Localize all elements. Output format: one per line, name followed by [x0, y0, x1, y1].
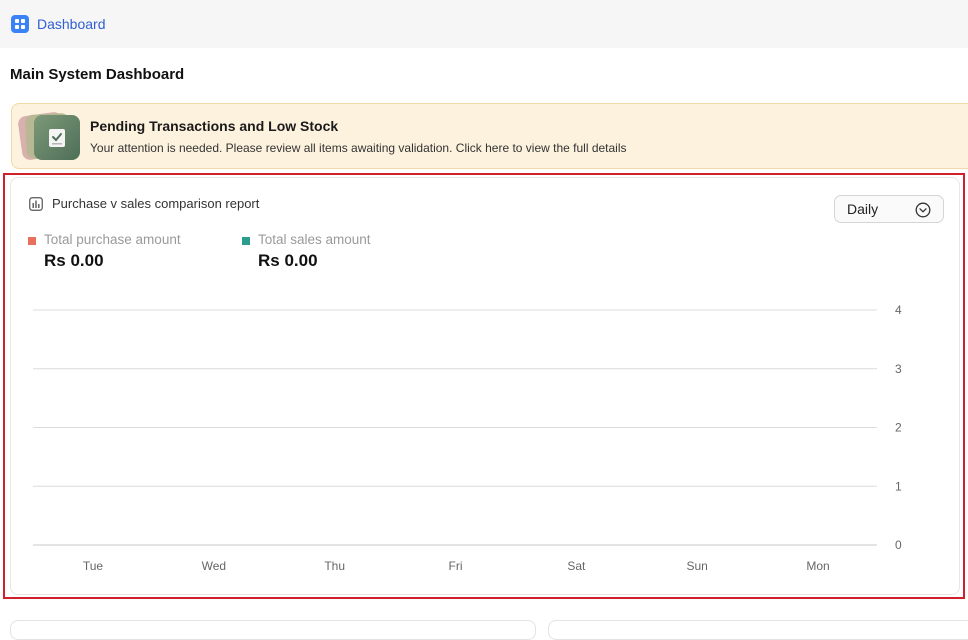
y-tick-label: 0 — [895, 538, 902, 552]
x-tick-label: Sun — [686, 559, 707, 573]
alert-title: Pending Transactions and Low Stock — [90, 118, 339, 134]
bottom-card-left — [10, 620, 536, 640]
bottom-card-right — [548, 620, 968, 640]
x-tick-label: Wed — [202, 559, 226, 573]
y-tick-label: 1 — [895, 479, 902, 493]
breadcrumb-dashboard-link[interactable]: Dashboard — [37, 16, 106, 32]
purchase-sales-chart: 0 1 2 3 4 Tue Wed Thu Fri Sat Sun Mon — [33, 303, 902, 573]
page-title: Main System Dashboard — [10, 66, 185, 83]
purchase-sales-report-card: Purchase v sales comparison report Daily… — [10, 177, 960, 595]
y-tick-label: 2 — [895, 421, 902, 435]
y-tick-label: 3 — [895, 362, 902, 376]
checklist-icon — [34, 115, 80, 160]
alert-illustration — [17, 111, 82, 162]
alert-message[interactable]: Your attention is needed. Please review … — [90, 141, 627, 155]
y-tick-label: 4 — [895, 303, 902, 317]
x-tick-label: Fri — [449, 559, 463, 573]
x-tick-label: Thu — [324, 559, 345, 573]
grid-icon[interactable] — [11, 15, 29, 33]
pending-transactions-alert[interactable]: Pending Transactions and Low Stock Your … — [11, 103, 968, 169]
top-bar: Dashboard — [0, 0, 968, 48]
x-tick-label: Sat — [567, 559, 586, 573]
x-tick-label: Mon — [806, 559, 829, 573]
x-tick-label: Tue — [83, 559, 104, 573]
